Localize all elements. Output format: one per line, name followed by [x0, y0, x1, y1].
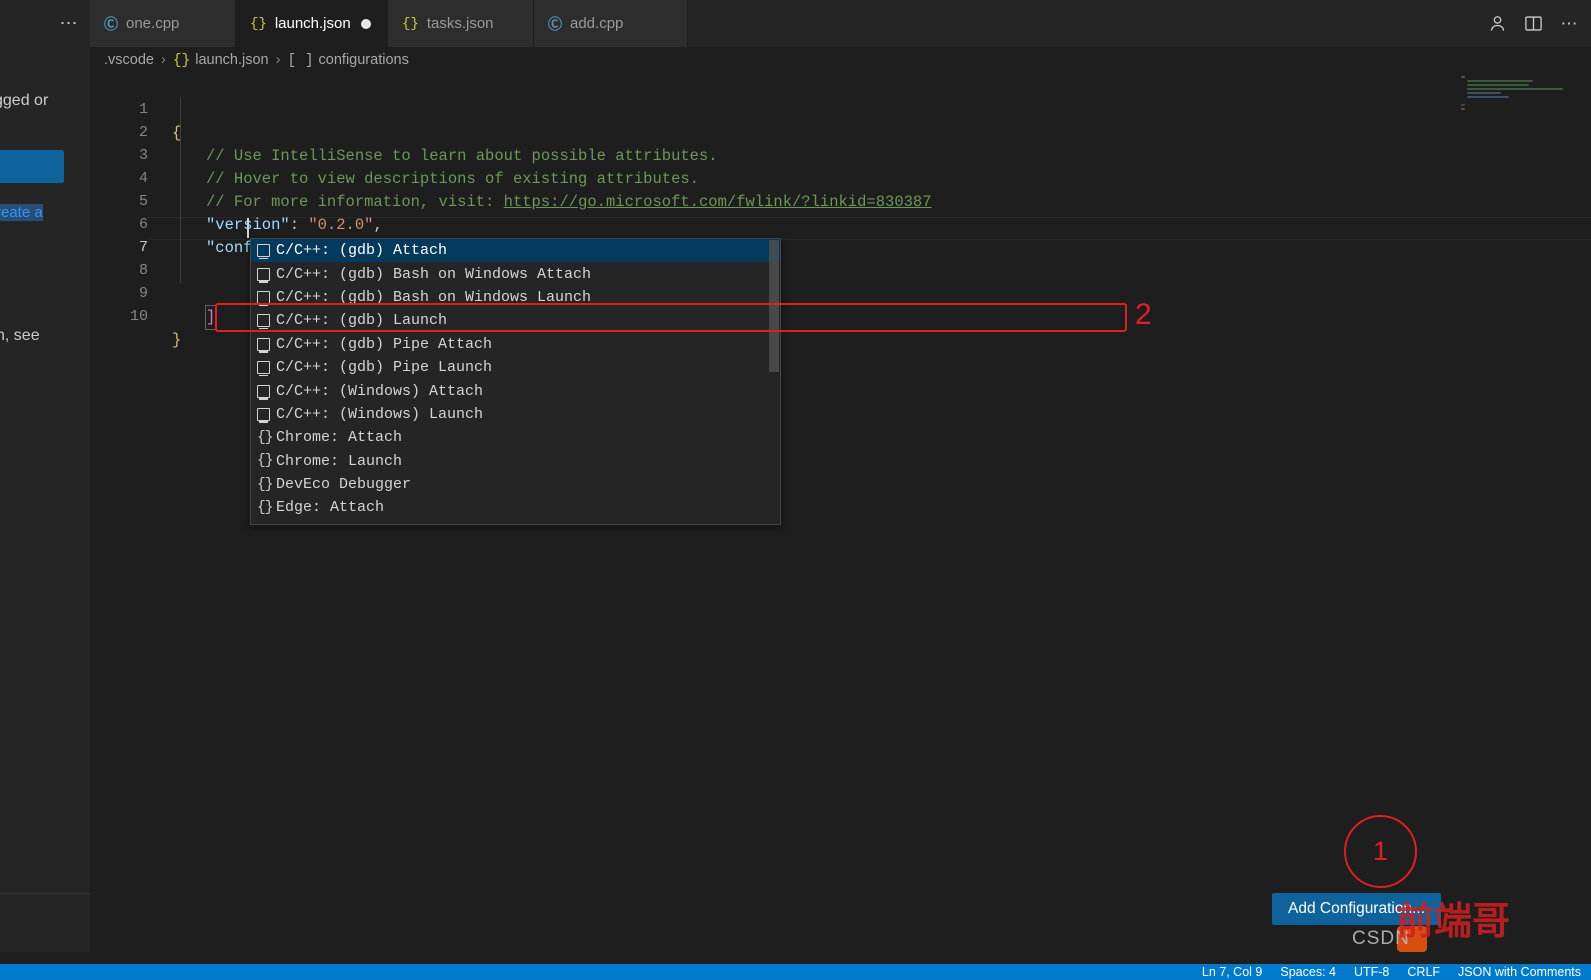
- snippet-icon: {}: [257, 476, 273, 493]
- suggestion-label: C/C++: (gdb) Pipe Attach: [276, 335, 493, 353]
- suggestion-item[interactable]: C/C++: (gdb) Bash on Windows Attach: [251, 262, 780, 285]
- suggestion-item[interactable]: C/C++: (gdb) Pipe Attach: [251, 333, 780, 356]
- property-icon: [257, 384, 270, 400]
- suggestion-item[interactable]: {} Edge: Attach: [251, 496, 780, 519]
- suggestion-item[interactable]: C/C++: (gdb) Bash on Windows Launch: [251, 286, 780, 309]
- code-line-5: 5 "version": "0.2.0",: [90, 167, 1591, 233]
- code-line-6: 6 "configurations": [: [90, 190, 1591, 258]
- array-symbol-icon: [ ]: [287, 52, 314, 69]
- suggestion-dropdown[interactable]: C/C++: (gdb) Attach C/C++: (gdb) Bash on…: [250, 238, 781, 525]
- property-icon: [257, 407, 270, 423]
- suggestion-label: C/C++: (Windows) Launch: [276, 405, 484, 423]
- code-line-4: 4 // For more information, visit: https:…: [90, 144, 1591, 210]
- code-line-3: 3 // Hover to view descriptions of exist…: [90, 121, 1591, 187]
- suggestion-label: DevEco Debugger: [276, 476, 412, 494]
- editor-tab-bar: ⋯ Ⓒ one.cpp {} launch.json {} tasks.json…: [60, 0, 1591, 47]
- tab-label: launch.json: [274, 15, 351, 32]
- breadcrumb-separator-icon: ›: [160, 52, 166, 68]
- breadcrumb-symbol-label: configurations: [318, 51, 409, 68]
- property-icon: [257, 337, 270, 353]
- breadcrumb-symbol[interactable]: [ ] configurations: [287, 52, 408, 69]
- suggestion-label: C/C++: (gdb) Bash on Windows Attach: [276, 265, 592, 283]
- tab-add-cpp[interactable]: Ⓒ add.cpp: [534, 0, 688, 47]
- status-encoding[interactable]: UTF-8: [1354, 965, 1389, 979]
- property-icon: [257, 267, 270, 283]
- breadcrumb-folder[interactable]: .vscode: [104, 52, 154, 68]
- suggestion-label: C/C++: (gdb) Launch: [276, 312, 448, 330]
- suggestion-item[interactable]: C/C++: (Windows) Launch: [251, 403, 780, 426]
- suggestion-item[interactable]: C/C++: (Windows) Attach: [251, 379, 780, 402]
- status-eol[interactable]: CRLF: [1407, 965, 1440, 979]
- tabs-overflow-icon[interactable]: ⋯: [48, 0, 90, 47]
- code-line-1: 1 {: [90, 75, 1591, 141]
- left-panel-primary-button[interactable]: [0, 150, 64, 183]
- suggestion-label: Edge: Attach: [276, 499, 385, 517]
- tab-launch-json[interactable]: {} launch.json: [236, 0, 388, 47]
- suggestion-item[interactable]: {} Chrome: Launch: [251, 450, 780, 473]
- property-icon: [257, 314, 270, 330]
- json-file-icon: {}: [250, 15, 267, 32]
- account-icon[interactable]: [1481, 8, 1513, 40]
- tab-label: add.cpp: [570, 15, 624, 32]
- suggestion-item-gdb-launch[interactable]: C/C++: (gdb) Launch: [251, 309, 780, 332]
- cpp-file-icon: Ⓒ: [548, 17, 562, 34]
- scrollbar-thumb[interactable]: [769, 240, 779, 372]
- left-panel-divider: [0, 893, 90, 894]
- snippet-icon: {}: [257, 429, 273, 446]
- left-panel-text-line2: n, see: [0, 327, 40, 344]
- suggestion-item[interactable]: C/C++: (gdb) Attach: [251, 239, 780, 263]
- left-panel-create-link[interactable]: reate a: [0, 204, 43, 221]
- snippet-icon: {}: [257, 453, 273, 470]
- editor-actions: ⋯: [1481, 0, 1585, 47]
- line-number: 10: [129, 308, 148, 326]
- add-configuration-button[interactable]: Add Configuration...: [1272, 893, 1442, 925]
- json-file-icon: {}: [172, 52, 191, 69]
- suggestion-label: C/C++: (Windows) Attach: [276, 382, 484, 400]
- json-file-icon: {}: [402, 15, 419, 32]
- text-caret: [247, 218, 249, 238]
- suggestion-label: C/C++: (gdb) Bash on Windows Launch: [276, 288, 592, 306]
- status-bar-right-group: Ln 7, Col 9 Spaces: 4 UTF-8 CRLF JSON wi…: [1202, 964, 1591, 980]
- tab-label: one.cpp: [126, 15, 180, 32]
- suggestion-label: Chrome: Launch: [276, 452, 403, 470]
- status-cursor-position[interactable]: Ln 7, Col 9: [1202, 965, 1262, 979]
- breadcrumb: .vscode › {} launch.json › [ ] configurati…: [90, 47, 1591, 73]
- vscode-window: gged or reate a n, see . ⋯ Ⓒ one.cpp {} …: [0, 0, 1591, 980]
- left-panel-text-line1: gged or: [0, 92, 49, 109]
- breadcrumb-file-label: launch.json: [195, 51, 269, 68]
- left-welcome-panel: gged or reate a n, see .: [0, 0, 90, 952]
- more-actions-icon[interactable]: ⋯: [1553, 8, 1585, 40]
- suggestion-label: Chrome: Attach: [276, 429, 403, 447]
- suggestion-label: C/C++: (gdb) Pipe Launch: [276, 359, 493, 377]
- status-indentation[interactable]: Spaces: 4: [1280, 965, 1336, 979]
- tab-label: tasks.json: [426, 15, 494, 32]
- tab-tasks-json[interactable]: {} tasks.json: [388, 0, 534, 47]
- code-line-7: 7: [90, 213, 1591, 256]
- status-language-mode[interactable]: JSON with Comments: [1458, 965, 1581, 979]
- property-icon: [257, 361, 270, 377]
- suggestion-item[interactable]: {} DevEco Debugger: [251, 473, 780, 496]
- cpp-file-icon: Ⓒ: [104, 17, 118, 34]
- property-icon: [257, 290, 270, 306]
- suggestion-scrollbar[interactable]: [769, 239, 779, 524]
- split-editor-icon[interactable]: [1517, 8, 1549, 40]
- suggestion-label: C/C++: (gdb) Attach: [276, 242, 448, 260]
- close-bracket: ]: [204, 304, 217, 330]
- property-icon: [257, 244, 270, 260]
- suggestion-item[interactable]: C/C++: (gdb) Pipe Launch: [251, 356, 780, 379]
- line-content: }: [172, 330, 182, 349]
- code-line-2: 2 // Use IntelliSense to learn about pos…: [90, 98, 1591, 164]
- tab-one-cpp[interactable]: Ⓒ one.cpp: [90, 0, 236, 47]
- breadcrumb-separator-icon: ›: [275, 52, 281, 68]
- unsaved-changes-dot-icon[interactable]: [360, 18, 371, 29]
- breadcrumb-file[interactable]: {} launch.json: [173, 52, 269, 69]
- editor-minimap[interactable]: [1457, 73, 1577, 952]
- suggestion-item[interactable]: {} Chrome: Attach: [251, 426, 780, 449]
- snippet-icon: {}: [257, 499, 273, 516]
- status-bar: Ln 7, Col 9 Spaces: 4 UTF-8 CRLF JSON wi…: [0, 964, 1591, 980]
